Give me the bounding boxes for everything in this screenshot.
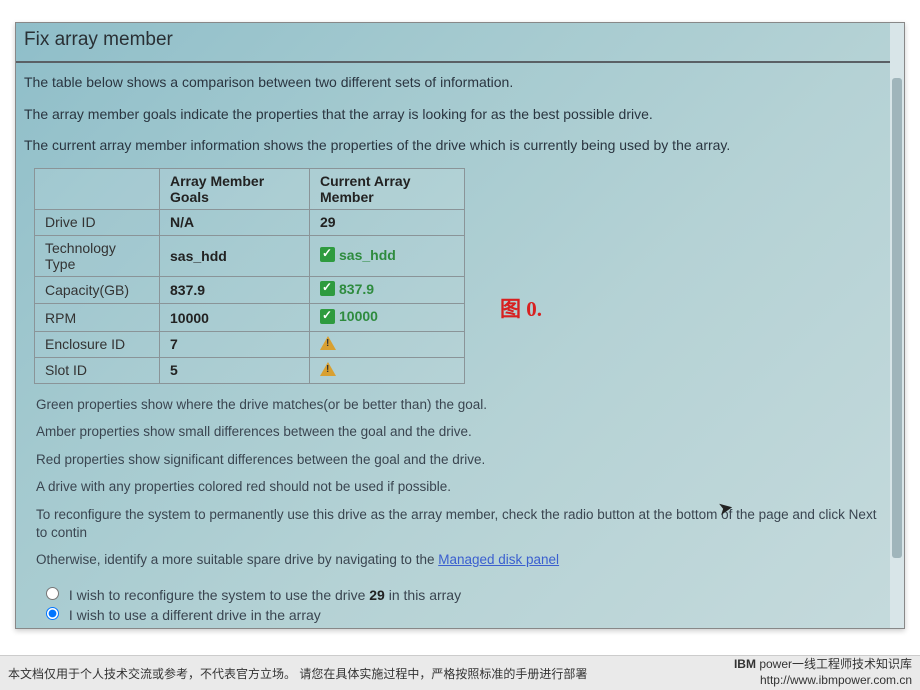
table-row: Slot ID 5 — [35, 357, 465, 383]
radio-options: I wish to reconfigure the system to use … — [16, 579, 904, 629]
row-label: Slot ID — [35, 357, 160, 383]
page-footer: 本文档仅用于个人技术交流或参考，不代表官方立场。 请您在具体实施过程中，严格按照… — [0, 655, 920, 690]
row-current — [310, 357, 465, 383]
row-goal: 7 — [160, 331, 310, 357]
table-row: Capacity(GB) 837.9 837.9 — [35, 276, 465, 304]
row-current — [310, 331, 465, 357]
notes-section: Green properties show where the drive ma… — [16, 396, 904, 569]
radio-different-drive[interactable] — [46, 607, 59, 620]
table-row: Drive ID N/A 29 — [35, 209, 465, 235]
row-label: Capacity(GB) — [35, 276, 160, 304]
table-row: Enclosure ID 7 — [35, 331, 465, 357]
footer-disclaimer: 本文档仅用于个人技术交流或参考，不代表官方立场。 请您在具体实施过程中，严格按照… — [8, 665, 734, 682]
row-current: 29 — [310, 209, 465, 235]
row-label: Drive ID — [35, 209, 160, 235]
row-current: 837.9 — [310, 276, 465, 304]
row-goal: N/A — [160, 209, 310, 235]
row-goal: sas_hdd — [160, 235, 310, 276]
scrollbar-vertical[interactable] — [890, 23, 904, 628]
row-label: RPM — [35, 304, 160, 332]
check-icon — [320, 309, 335, 324]
row-current: sas_hdd — [310, 235, 465, 276]
dialog-title: Fix array member — [16, 23, 904, 63]
intro-line: The table below shows a comparison betwe… — [24, 73, 896, 93]
table-row: Technology Type sas_hdd sas_hdd — [35, 235, 465, 276]
note-red-warn: A drive with any properties colored red … — [36, 478, 884, 496]
col-header: Current Array Member — [310, 168, 465, 209]
fix-array-member-dialog: Fix array member The table below shows a… — [15, 22, 905, 629]
intro-line: The current array member information sho… — [24, 136, 896, 156]
row-goal: 10000 — [160, 304, 310, 332]
managed-disk-panel-link[interactable]: Managed disk panel — [438, 552, 559, 567]
col-header: Array Member Goals — [160, 168, 310, 209]
row-label: Enclosure ID — [35, 331, 160, 357]
warning-icon — [320, 362, 336, 376]
scrollbar-thumb[interactable] — [892, 78, 902, 558]
table-row: RPM 10000 10000 — [35, 304, 465, 332]
note-green: Green properties show where the drive ma… — [36, 396, 884, 414]
check-icon — [320, 247, 335, 262]
row-label: Technology Type — [35, 235, 160, 276]
col-header — [35, 168, 160, 209]
check-icon — [320, 281, 335, 296]
note-amber: Amber properties show small differences … — [36, 423, 884, 441]
note-reconfig: To reconfigure the system to permanently… — [36, 506, 884, 541]
row-goal: 5 — [160, 357, 310, 383]
option-different-drive[interactable]: I wish to use a different drive in the a… — [46, 607, 874, 623]
intro-line: The array member goals indicate the prop… — [24, 105, 896, 125]
figure-annotation: 图 0. — [500, 293, 542, 323]
footer-credit: IBM power一线工程师技术知识库 http://www.ibmpower.… — [734, 657, 912, 688]
warning-icon — [320, 336, 336, 350]
note-red: Red properties show significant differen… — [36, 451, 884, 469]
row-current: 10000 — [310, 304, 465, 332]
intro-section: The table below shows a comparison betwe… — [16, 73, 904, 156]
row-goal: 837.9 — [160, 276, 310, 304]
note-otherwise: Otherwise, identify a more suitable spar… — [36, 551, 884, 569]
radio-reconfigure[interactable] — [46, 587, 59, 600]
comparison-table: Array Member Goals Current Array Member … — [34, 168, 465, 384]
option-reconfigure[interactable]: I wish to reconfigure the system to use … — [46, 587, 874, 603]
